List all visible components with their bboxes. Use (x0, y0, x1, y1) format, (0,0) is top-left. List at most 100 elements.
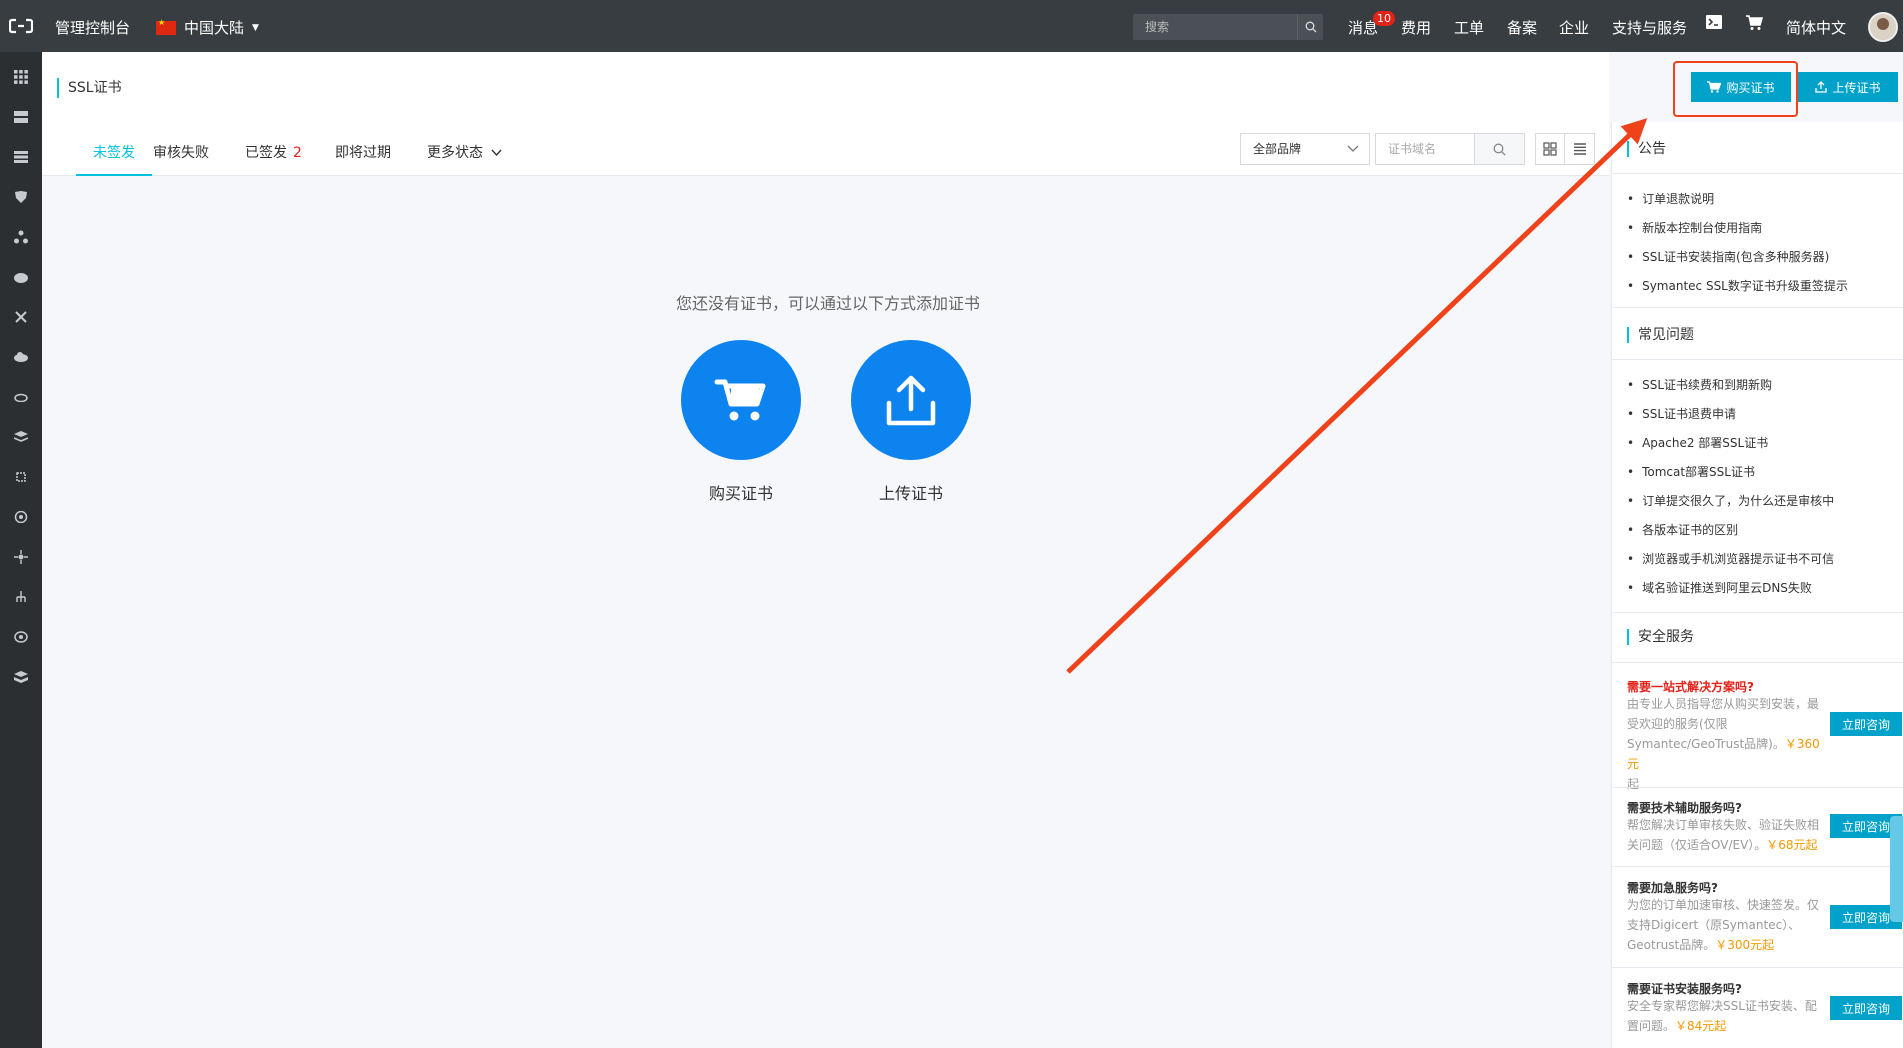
service-desc-line: 帮您解决订单审核失败、验证失败相 (1627, 818, 1820, 832)
faq-item[interactable]: SSL证书退费申请 (1627, 405, 1736, 422)
domain-search-input[interactable] (1375, 133, 1475, 165)
status-tabs: 未签发 审核失败 已签发 2 即将过期 更多状态 (42, 122, 1609, 176)
upload-certificate-circle-button[interactable] (851, 340, 971, 460)
cart-icon[interactable] (1746, 15, 1764, 35)
nav-icp[interactable]: 备案 (1507, 17, 1537, 38)
cross-connect-icon[interactable] (11, 307, 31, 327)
tab-label: 未签发 (93, 145, 135, 161)
service-description: 帮您解决订单审核失败、验证失败相 关问题（仅适合OV/EV）。￥68元起 (1627, 815, 1827, 855)
search-icon[interactable] (1297, 14, 1323, 40)
issued-count: 2 (293, 145, 302, 161)
language-selector[interactable]: 简体中文 (1786, 17, 1846, 38)
tab-more-status[interactable]: 更多状态 (427, 142, 502, 176)
cloud-outline-icon[interactable] (11, 387, 31, 407)
cart-icon (714, 379, 766, 421)
nav-tickets[interactable]: 工单 (1454, 17, 1484, 38)
tab-issued[interactable]: 已签发 2 (245, 142, 302, 176)
service-desc-line: 为您的订单加速审核、快速签发。仅 (1627, 898, 1820, 912)
database-icon[interactable] (11, 147, 31, 167)
service-desc-line: Symantec/GeoTrust品牌)。￥360元 (1627, 737, 1820, 771)
service-desc-line: Geotrust品牌。￥300元起 (1627, 938, 1775, 952)
faq-item[interactable]: 浏览器或手机浏览器提示证书不可信 (1627, 550, 1834, 567)
layers-icon[interactable] (11, 427, 31, 447)
tab-review-failed[interactable]: 审核失败 (153, 142, 209, 176)
products-grid-icon[interactable] (11, 67, 31, 87)
upload-icon (1815, 81, 1828, 93)
brand-select[interactable]: 全部品牌 (1240, 133, 1370, 165)
page-header: SSL证书 (42, 52, 1609, 122)
consult-button[interactable]: 立即咨询 (1830, 712, 1902, 736)
tab-unissued[interactable]: 未签发 (76, 142, 152, 176)
user-avatar[interactable] (1868, 12, 1898, 42)
faq-item[interactable]: 域名验证推送到阿里云DNS失败 (1627, 579, 1812, 596)
cloud-upload-icon[interactable] (11, 267, 31, 287)
brand-select-value: 全部品牌 (1253, 142, 1302, 156)
service-price: ￥300元起 (1715, 938, 1775, 952)
tab-expiring[interactable]: 即将过期 (335, 142, 391, 176)
buy-certificate-label[interactable]: 购买证书 (681, 480, 801, 504)
announcement-item[interactable]: SSL证书安装指南(包含多种服务器) (1627, 248, 1829, 265)
tab-label: 即将过期 (335, 145, 391, 161)
region-label: 中国大陆 (184, 19, 245, 37)
upload-certificate-button[interactable]: 上传证书 (1798, 72, 1898, 102)
annotation-highlight-box (1673, 61, 1798, 117)
target-icon[interactable] (11, 627, 31, 647)
announcement-item[interactable]: 订单退款说明 (1627, 190, 1714, 207)
upload-certificate-label[interactable]: 上传证书 (851, 480, 971, 504)
faq-item[interactable]: 订单提交很久了，为什么还是审核中 (1627, 492, 1834, 509)
hub-icon[interactable] (11, 547, 31, 567)
list-view-icon[interactable] (1565, 133, 1595, 165)
terminal-icon[interactable] (1706, 15, 1722, 33)
announcement-item[interactable]: Symantec SSL数字证书升级重签提示 (1627, 277, 1848, 294)
announcement-item[interactable]: 新版本控制台使用指南 (1627, 219, 1762, 236)
announcements-title: 公告 (1627, 141, 1666, 157)
service-title: 需要技术辅助服务吗? (1627, 801, 1742, 815)
tab-label: 已签发 (245, 145, 287, 161)
security-services-title: 安全服务 (1627, 629, 1694, 645)
service-description: 为您的订单加速审核、快速签发。仅 支持Digicert（原Symantec）、 … (1627, 895, 1827, 955)
service-desc-line: 置问题。￥84元起 (1627, 1019, 1727, 1033)
consult-button[interactable]: 立即咨询 (1830, 996, 1902, 1020)
region-selector[interactable]: 中国大陆 ▼ (156, 17, 259, 38)
china-flag-icon (156, 18, 176, 35)
buy-certificate-circle-button[interactable] (681, 340, 801, 460)
stack-icon[interactable] (11, 667, 31, 687)
service-desc-line: 关问题（仅适合OV/EV）。￥68元起 (1627, 838, 1818, 852)
nav-enterprise[interactable]: 企业 (1559, 17, 1589, 38)
eye-icon[interactable] (11, 507, 31, 527)
shield-icon[interactable] (11, 187, 31, 207)
service-price: ￥84元起 (1675, 1019, 1727, 1033)
service-title: 需要证书安装服务吗? (1627, 982, 1742, 996)
divider (1612, 787, 1903, 788)
divider (1612, 662, 1903, 663)
service-desc-line: 起 (1627, 777, 1640, 791)
top-navbar: 管理控制台 中国大陆 ▼ 消息 10 费用 工单 备案 企业 支持与服务 简体中… (0, 0, 1903, 52)
divider (1612, 866, 1903, 867)
divider (1612, 173, 1903, 174)
cloud-icon[interactable] (11, 347, 31, 367)
aliyun-logo-icon[interactable] (0, 0, 42, 52)
chip-icon[interactable] (11, 467, 31, 487)
faq-item[interactable]: Apache2 部署SSL证书 (1627, 434, 1768, 451)
faq-item[interactable]: 各版本证书的区别 (1627, 521, 1738, 538)
search-input[interactable] (1133, 14, 1297, 40)
service-price: ￥68元起 (1766, 838, 1818, 852)
nav-support[interactable]: 支持与服务 (1612, 17, 1687, 38)
server-icon[interactable] (11, 107, 31, 127)
network-icon[interactable] (11, 227, 31, 247)
chevron-down-icon (1347, 134, 1359, 175)
grid-view-icon[interactable] (1535, 133, 1565, 165)
search-icon[interactable] (1475, 133, 1525, 165)
global-search (1133, 14, 1323, 40)
faq-item[interactable]: Tomcat部署SSL证书 (1627, 463, 1755, 480)
empty-state-message: 您还没有证书，可以通过以下方式添加证书 (676, 294, 981, 313)
right-info-panel: 公告 订单退款说明 新版本控制台使用指南 SSL证书安装指南(包含多种服务器) … (1611, 122, 1903, 1048)
tree-icon[interactable] (11, 587, 31, 607)
faq-item[interactable]: SSL证书续费和到期新购 (1627, 376, 1772, 393)
caret-down-icon: ▼ (252, 22, 259, 33)
service-title: 需要加急服务吗? (1627, 881, 1718, 895)
floating-feedback-tab[interactable] (1890, 816, 1903, 922)
nav-fees[interactable]: 费用 (1401, 17, 1431, 38)
console-link[interactable]: 管理控制台 (55, 17, 130, 38)
chevron-down-icon (491, 149, 502, 157)
